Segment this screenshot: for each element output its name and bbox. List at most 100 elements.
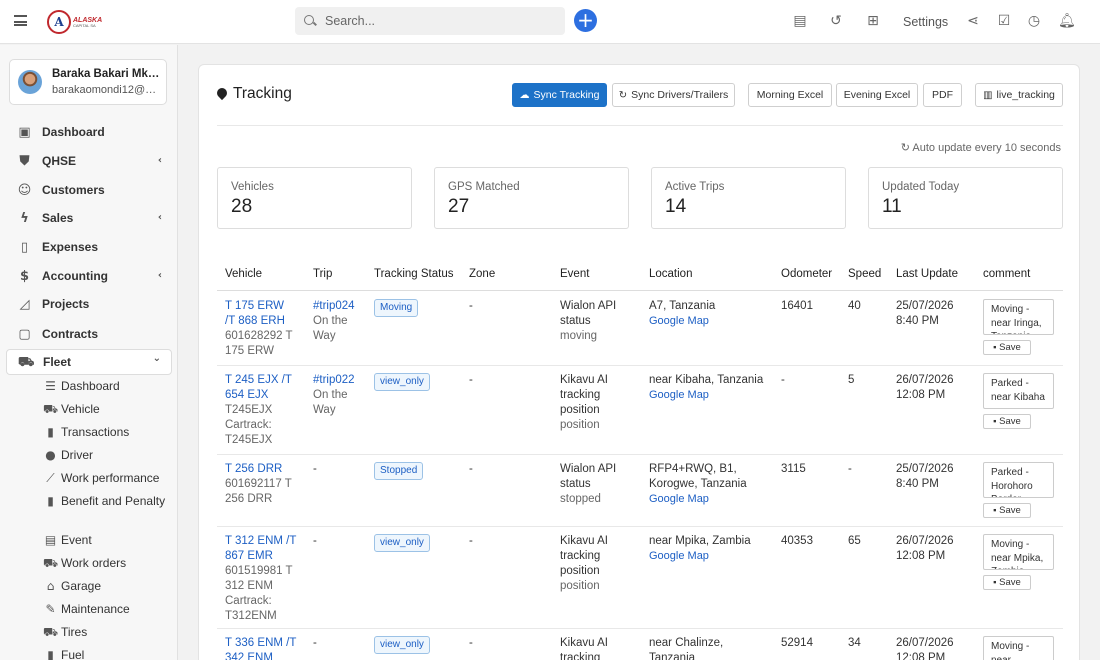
speed-cell: 34 xyxy=(848,637,861,649)
comment-textarea[interactable]: Moving - near xyxy=(983,636,1054,660)
chevron-left-icon: ‹ xyxy=(157,270,162,281)
stat-active-trips: Active Trips 14 xyxy=(651,167,846,229)
col-header-tracking-status: Tracking Status xyxy=(374,268,454,280)
vehicle-link[interactable]: T 312 ENM /T 867 EMR 601519981 T 312 ENM … xyxy=(225,534,297,624)
chevron-down-icon: ⌄ xyxy=(152,353,161,364)
col-header-vehicle: Vehicle xyxy=(225,268,263,280)
morning-excel-button[interactable]: Morning Excel xyxy=(748,83,832,107)
trip-link[interactable]: #trip022 xyxy=(313,374,355,386)
fleet-sub-fuel[interactable]: ▮ Fuel xyxy=(43,648,173,660)
menu-icon[interactable] xyxy=(14,15,27,26)
user-email: barakaomondi12@gmail.com xyxy=(52,84,162,96)
google-map-link[interactable]: Google Map xyxy=(649,388,767,403)
google-map-link[interactable]: Google Map xyxy=(649,314,767,329)
refresh-icon: ↻ xyxy=(618,89,628,101)
user-name: Baraka Bakari Mkanda xyxy=(52,68,162,80)
vehicle-link[interactable]: T 245 EJX /T 654 EJX T245EJX Cartrack: T2… xyxy=(225,373,297,448)
vehicle-link[interactable]: T 256 DRR 601692117 T 256 DRR xyxy=(225,462,297,507)
vehicle-link[interactable]: T 175 ERW /T 868 ERH 601628292 T 175 ERW xyxy=(225,299,297,359)
stat-gps-matched: GPS Matched 27 xyxy=(434,167,629,229)
list-icon: ☰ xyxy=(45,379,56,393)
map-icon: ▥ xyxy=(983,89,993,101)
sidebar-item-expenses[interactable]: ▯ Expenses xyxy=(6,234,172,260)
doc-icon: ▮ xyxy=(47,494,54,508)
user-card[interactable]: Baraka Bakari Mkanda barakaomondi12@gmai… xyxy=(9,59,167,105)
google-map-link[interactable]: Google Map xyxy=(649,549,767,564)
company-logo[interactable]: A ALASKA CAPITAL SA xyxy=(47,10,103,34)
fleet-sub-garage[interactable]: ⌂ Garage xyxy=(43,579,173,594)
auto-update-note: ↻ Auto update every 10 seconds xyxy=(900,142,1061,154)
fleet-sub-maintenance[interactable]: ✎ Maintenance xyxy=(43,602,173,617)
comment-textarea[interactable]: Parked - near Kibaha xyxy=(983,373,1054,409)
col-header-odometer: Odometer xyxy=(781,268,833,280)
save-button[interactable]: ▪ Save xyxy=(983,414,1031,429)
bolt-icon: ϟ xyxy=(20,210,29,226)
history-icon[interactable]: ↺ xyxy=(828,13,844,29)
last-update-cell: 25/07/2026 8:40 PM xyxy=(896,463,954,490)
pdf-button[interactable]: PDF xyxy=(923,83,962,107)
sidebar-item-dashboard[interactable]: ▣ Dashboard xyxy=(6,119,172,145)
cloud-icon: ☁ xyxy=(519,89,530,101)
sync-tracking-button[interactable]: ☁ Sync Tracking xyxy=(512,83,607,107)
sidebar-item-projects[interactable]: ◿ Projects xyxy=(6,291,172,317)
vehicle-link[interactable]: T 336 ENM /T 342 ENM xyxy=(225,636,297,660)
share-icon[interactable]: ⋖ xyxy=(965,13,981,29)
search-input[interactable] xyxy=(325,14,555,28)
sidebar-item-contracts[interactable]: ▢ Contracts xyxy=(6,321,172,347)
event-cell: Wialon API status moving xyxy=(560,300,617,342)
sidebar-item-accounting[interactable]: $ Accounting ‹ xyxy=(6,263,172,289)
trip-cell: - xyxy=(313,463,317,475)
sidebar-item-qhse[interactable]: ⛊ QHSE ‹ xyxy=(6,148,172,174)
bell-icon[interactable]: 🔔︎ xyxy=(1058,13,1076,29)
fleet-sub-benefit-and-penalty[interactable]: ▮ Benefit and Penalty xyxy=(43,494,173,509)
event-cell: Kikavu AI tracking position position xyxy=(560,535,608,592)
trip-link[interactable]: #trip024 xyxy=(313,300,355,312)
sidebar-item-sales[interactable]: ϟ Sales ‹ xyxy=(6,205,172,231)
sidebar-item-customers[interactable]: ☺ Customers xyxy=(6,177,172,203)
fuel-icon: ▮ xyxy=(47,648,54,660)
trip-cell: - xyxy=(313,535,317,547)
chevron-left-icon: ‹ xyxy=(157,212,162,223)
fleet-sub-event[interactable]: ▤ Event xyxy=(43,533,173,548)
fleet-sub-dashboard[interactable]: ☰ Dashboard xyxy=(43,379,173,394)
comment-textarea[interactable]: Moving - near Mpika, Zambia xyxy=(983,534,1054,570)
fleet-sub-tires[interactable]: ⛟ Tires xyxy=(43,625,173,640)
google-map-link[interactable]: Google Map xyxy=(649,492,767,507)
location-cell: near Chalinze, Tanzania xyxy=(649,637,724,660)
comment-textarea[interactable]: Moving - near Iringa, Tanzania xyxy=(983,299,1054,335)
id-card-icon[interactable]: ▤ xyxy=(792,13,808,29)
speed-cell: 5 xyxy=(848,374,855,386)
odometer-cell: 16401 xyxy=(781,300,813,312)
search-box xyxy=(295,7,565,35)
checkbox-icon[interactable]: ☑ xyxy=(996,13,1012,29)
sync-drivers-button[interactable]: ↻ Sync Drivers/Trailers xyxy=(612,83,735,107)
sidebar: Baraka Bakari Mkanda barakaomondi12@gmai… xyxy=(0,45,178,660)
apps-icon[interactable]: ⊞ xyxy=(865,13,881,29)
odometer-cell: 52914 xyxy=(781,637,813,649)
shield-icon: ⛊ xyxy=(19,153,30,169)
col-header-last-update: Last Update xyxy=(896,268,959,280)
fleet-sub-vehicle[interactable]: ⛟ Vehicle xyxy=(43,402,173,417)
col-header-speed: Speed xyxy=(848,268,882,280)
live-tracking-button[interactable]: ▥ live_tracking xyxy=(975,83,1063,107)
location-cell: RFP4+RWQ, B1, Korogwe, Tanzania Google Ma… xyxy=(649,462,767,507)
row-divider xyxy=(217,454,1063,455)
comment-textarea[interactable]: Parked - Horohoro Border xyxy=(983,462,1054,498)
fleet-sub-work-performance[interactable]: ⟋ Work performance xyxy=(43,471,173,486)
evening-excel-button[interactable]: Evening Excel xyxy=(836,83,918,107)
chevron-left-icon: ‹ xyxy=(157,155,162,166)
event-cell: Kikavu AI tracking xyxy=(560,637,608,660)
sidebar-item-fleet[interactable]: ⛟ Fleet ⌄ xyxy=(6,349,172,375)
fleet-sub-work-orders[interactable]: ⛟ Work orders xyxy=(43,556,173,571)
save-button[interactable]: ▪ Save xyxy=(983,575,1031,590)
save-button[interactable]: ▪ Save xyxy=(983,340,1031,355)
dashboard-icon: ▣ xyxy=(18,124,31,140)
settings-link[interactable]: Settings xyxy=(903,15,948,29)
clock-icon[interactable]: ◷ xyxy=(1026,13,1042,29)
dollar-icon: $ xyxy=(19,268,30,284)
save-button[interactable]: ▪ Save xyxy=(983,503,1031,518)
zone-cell: - xyxy=(469,637,473,649)
add-button[interactable]: + xyxy=(574,9,597,32)
fleet-sub-transactions[interactable]: ▮ Transactions xyxy=(43,425,173,440)
fleet-sub-driver[interactable]: ● Driver xyxy=(43,448,173,463)
